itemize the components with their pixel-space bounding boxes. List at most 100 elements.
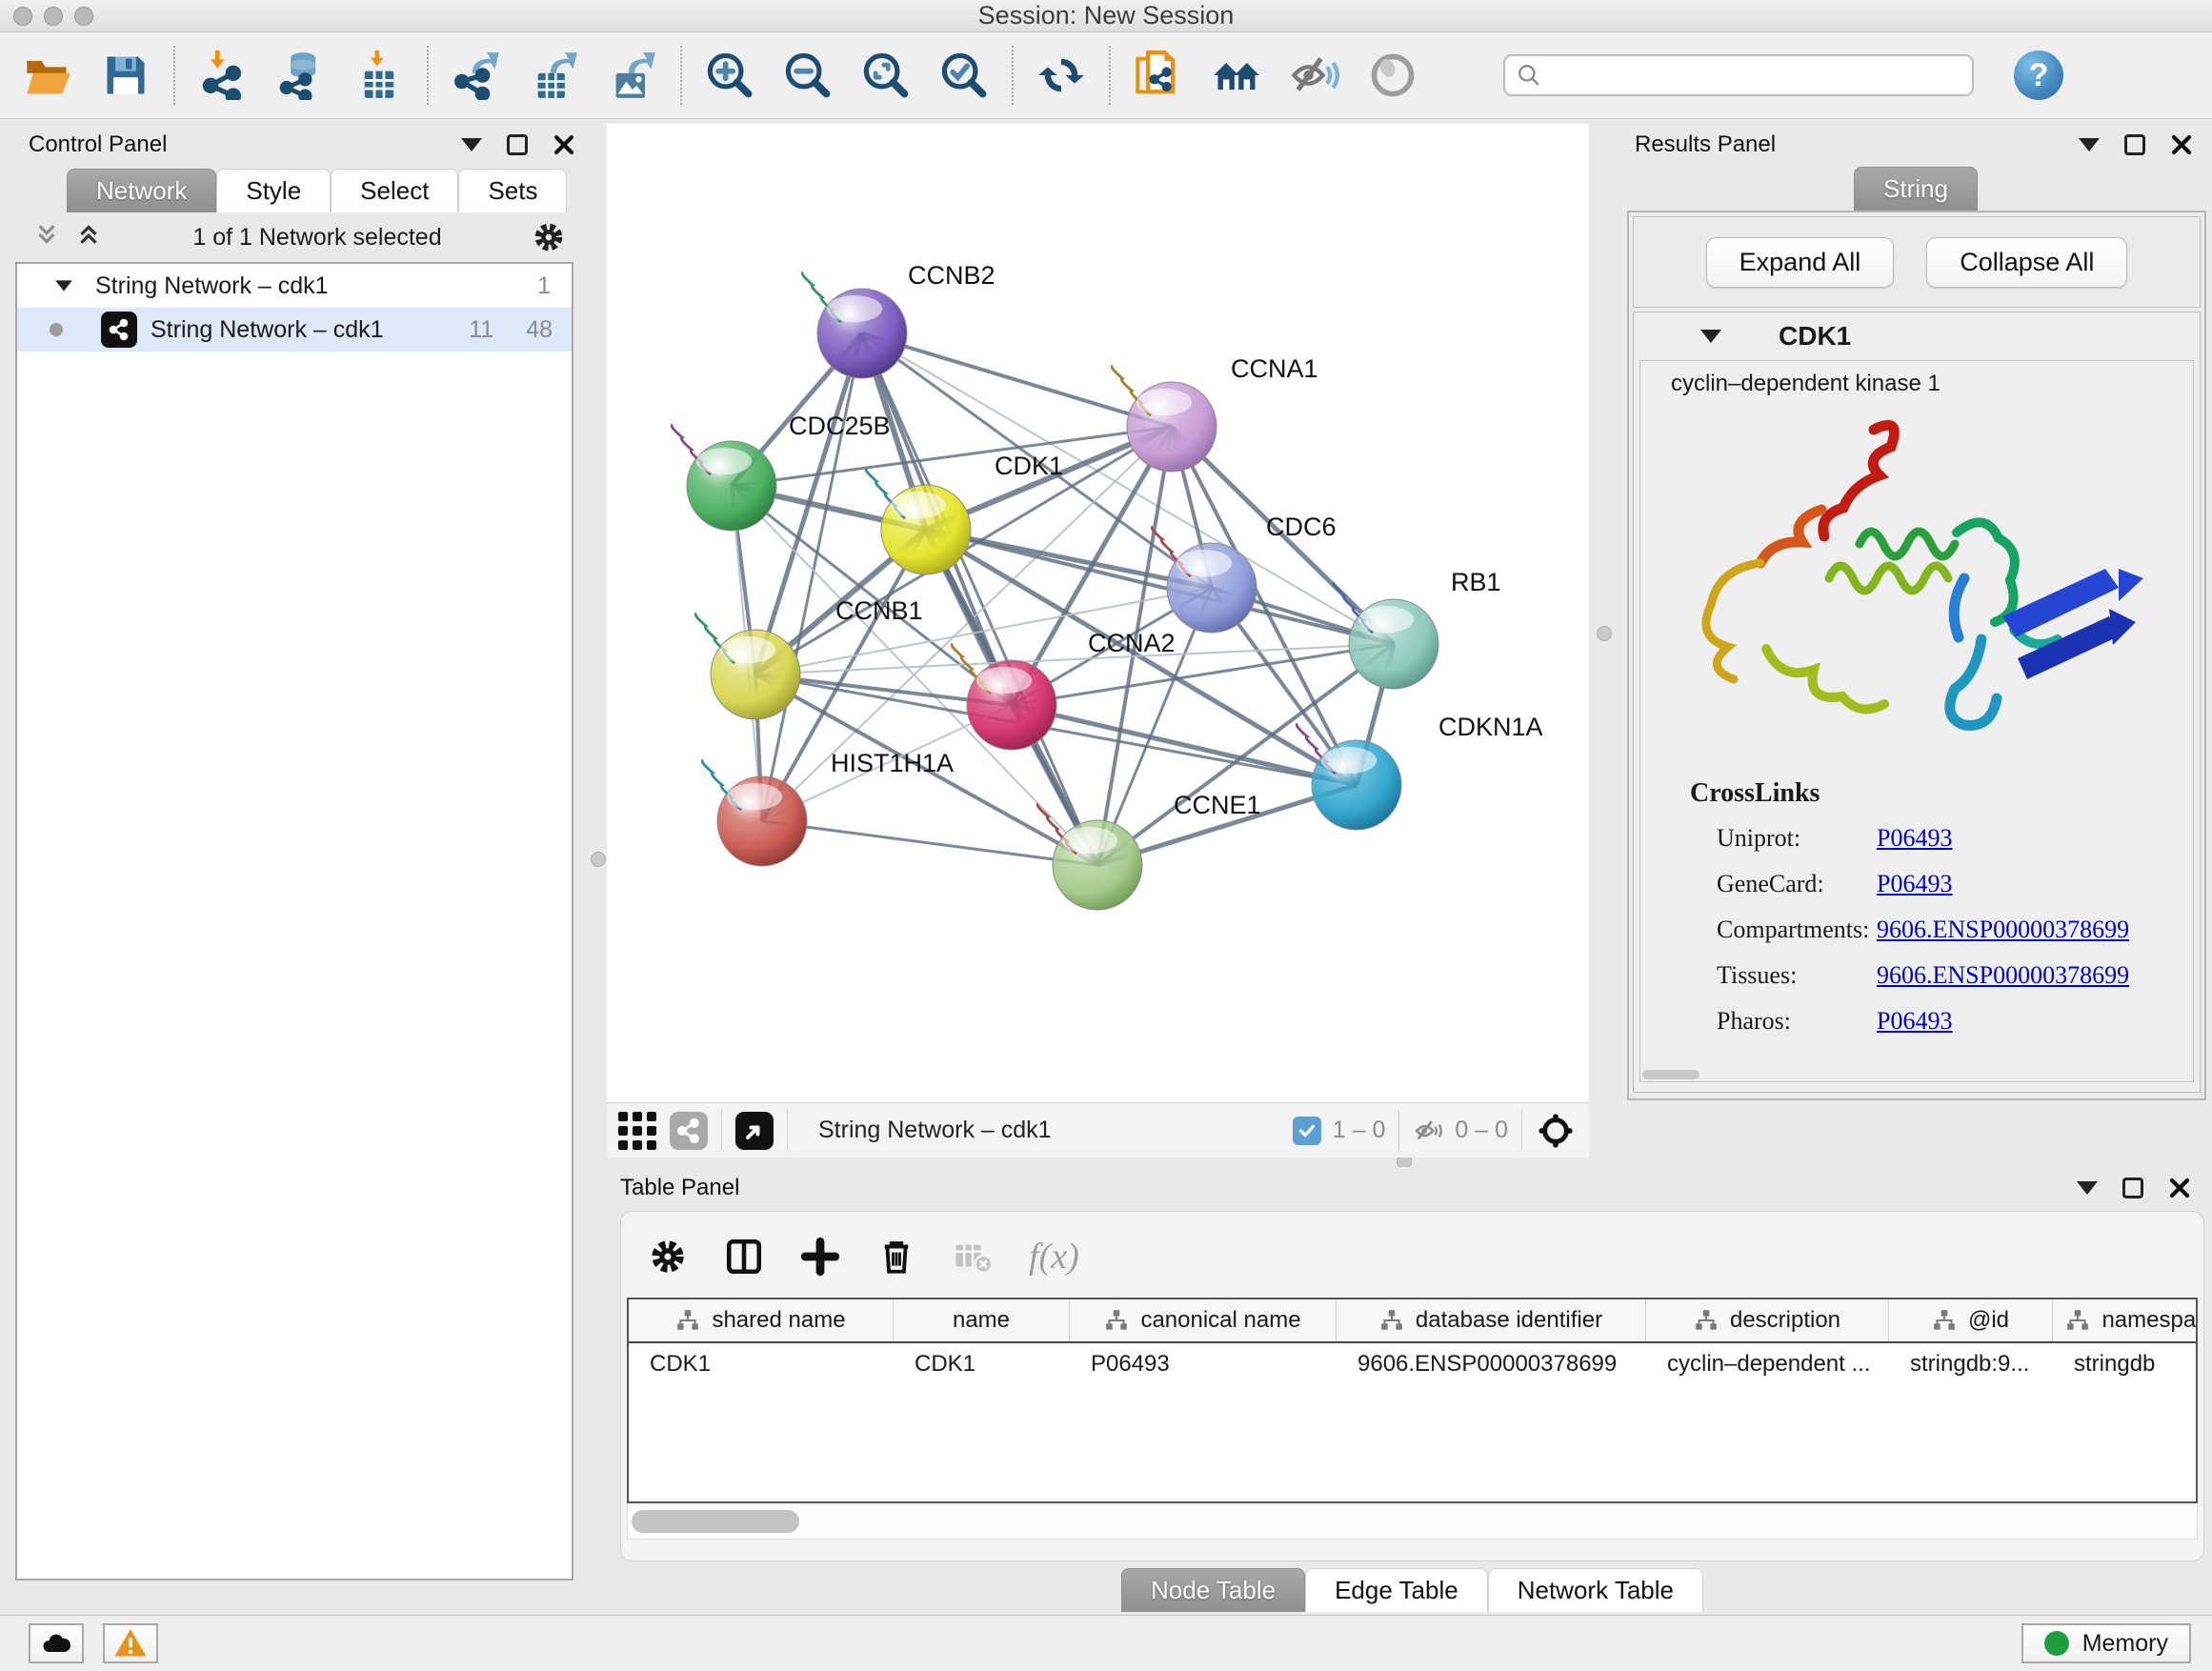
export-network-button[interactable] [450,49,503,102]
crosslink-link[interactable]: 9606.ENSP00000378699 [1877,961,2129,990]
show-columns-icon[interactable] [724,1237,764,1277]
gear-icon[interactable] [532,220,566,254]
collapse-all-button[interactable]: Collapse All [1926,237,2127,288]
network-row[interactable]: String Network – cdk1 11 48 [17,308,572,352]
selected-items-checkbox[interactable] [1293,1117,1321,1145]
close-panel-icon[interactable] [553,133,575,156]
table-cell[interactable]: P06493 [1070,1343,1337,1385]
table-horizontal-scrollbar[interactable] [627,1505,2198,1540]
tab-node-table[interactable]: Node Table [1121,1568,1305,1612]
export-network-icon [452,50,501,100]
column-header-namespace[interactable]: namespace [2053,1299,2198,1341]
table-cell[interactable]: stringdb [2053,1343,2198,1385]
crosslink-link[interactable]: 9606.ENSP00000378699 [1877,916,2129,944]
node-CDC6[interactable]: CDC6 [1152,513,1336,633]
edge-CCNB2-CCNA1[interactable] [862,333,1172,427]
import-table-button[interactable] [352,49,406,102]
expand-all-button[interactable]: Expand All [1706,237,1895,288]
center-view-icon[interactable] [1536,1111,1576,1151]
float-panel-icon[interactable] [2122,1178,2143,1198]
home-button[interactable] [1210,49,1263,102]
zoom-out-button[interactable] [781,49,835,102]
float-panel-icon[interactable] [507,134,528,155]
memory-button[interactable]: Memory [2021,1623,2191,1663]
right-splitter-grip[interactable] [1597,626,1612,641]
node-CCNB1[interactable]: CCNB1 [695,596,922,719]
gene-expander-icon[interactable] [1700,330,1721,343]
network-canvas[interactable]: CCNB2CCNA1CDC25BCDK1CDC6RB1CCNB1CCNA2CDK… [607,124,1589,1102]
delete-table-icon[interactable] [953,1237,993,1277]
tab-sets[interactable]: Sets [458,169,567,212]
node-CCNA1[interactable]: CCNA1 [1112,354,1317,472]
import-network-button[interactable] [196,49,250,102]
column-header-canonical-name[interactable]: canonical name [1070,1299,1337,1341]
column-header--id[interactable]: @id [1889,1299,2053,1341]
tab-style[interactable]: Style [216,169,331,212]
table-cell[interactable]: cyclin–dependent ... [1646,1343,1889,1385]
export-table-button[interactable] [528,49,581,102]
crosslink-link[interactable]: P06493 [1877,824,1952,853]
zoom-fit-button[interactable] [859,49,913,102]
create-column-icon[interactable] [800,1237,840,1277]
search-input[interactable] [1503,54,1974,96]
table-row[interactable]: CDK1CDK1P064939606.ENSP00000378699cyclin… [629,1343,2196,1385]
crosslink-link[interactable]: P06493 [1877,1007,1952,1036]
table-cell[interactable]: CDK1 [894,1343,1070,1385]
gene-results-scroll[interactable]: CDK1 cyclin–dependent kinase 1 [1633,312,2201,1093]
node-RB1[interactable]: RB1 [1334,568,1500,689]
warnings-button[interactable] [103,1623,158,1663]
column-header-name[interactable]: name [894,1299,1070,1341]
tab-network-table[interactable]: Network Table [1488,1568,1703,1612]
string-view-button[interactable] [670,1112,708,1150]
close-panel-icon[interactable] [2170,133,2193,156]
zoom-selected-button[interactable] [937,49,991,102]
tab-string[interactable]: String [1854,167,1978,211]
zoom-in-button[interactable] [703,49,756,102]
edge-HIST1H1A-CCNE1[interactable] [762,821,1097,865]
column-header-database-identifier[interactable]: database identifier [1337,1299,1646,1341]
string-network-graph[interactable]: CCNB2CCNA1CDC25BCDK1CDC6RB1CCNB1CCNA2CDK… [607,124,1589,1102]
edge-CCNA1-HIST1H1A[interactable] [762,427,1172,821]
column-header-shared-name[interactable]: shared name [629,1299,894,1341]
tab-edge-table[interactable]: Edge Table [1305,1568,1488,1612]
collection-name: String Network – cdk1 [95,272,329,300]
apply-layout-button[interactable] [1035,49,1088,102]
column-header-description[interactable]: description [1646,1299,1889,1341]
panel-menu-icon[interactable] [461,138,482,151]
show-graphics-details-button[interactable] [1366,49,1419,102]
panel-menu-icon[interactable] [2079,138,2100,151]
tab-select[interactable]: Select [331,169,458,212]
table-cell[interactable]: CDK1 [629,1343,894,1385]
clone-network-button[interactable] [1132,49,1185,102]
network-collection-row[interactable]: String Network – cdk1 1 [17,264,572,308]
function-builder-icon[interactable]: f(x) [1029,1236,1079,1278]
scrollbar-thumb[interactable] [632,1510,799,1533]
hide-annotations-button[interactable] [1288,49,1341,102]
birds-eye-view-button[interactable] [735,1112,774,1150]
table-cell[interactable]: 9606.ENSP00000378699 [1337,1343,1646,1385]
crosslink-link[interactable]: P06493 [1877,870,1952,898]
panel-menu-icon[interactable] [2077,1181,2098,1195]
edge-CDK1-RB1[interactable] [926,530,1394,644]
node-table[interactable]: shared namenamecanonical namedatabase id… [627,1298,2198,1503]
export-image-button[interactable] [606,49,659,102]
import-network-from-database-button[interactable] [274,49,328,102]
close-panel-icon[interactable] [2168,1177,2191,1199]
show-grid-button[interactable] [614,1108,660,1154]
table-options-gear-icon[interactable] [648,1237,688,1277]
expand-all-tree-button[interactable] [74,220,103,255]
node-HIST1H1A[interactable]: HIST1H1A [702,749,954,866]
results-horizontal-scrollbar[interactable] [1642,1070,1699,1079]
collapse-all-tree-button[interactable] [32,220,61,255]
node-CDKN1A[interactable]: CDKN1A [1297,713,1542,830]
cloud-services-button[interactable] [29,1623,84,1663]
help-button[interactable]: ? [2014,50,2063,100]
tab-network[interactable]: Network [67,169,216,212]
left-splitter-grip[interactable] [591,852,606,867]
open-session-button[interactable] [21,49,74,102]
float-panel-icon[interactable] [2124,134,2145,155]
collection-expander-icon[interactable] [55,280,72,291]
table-cell[interactable]: stringdb:9... [1889,1343,2053,1385]
delete-column-icon[interactable] [876,1237,916,1277]
save-session-button[interactable] [99,49,152,102]
